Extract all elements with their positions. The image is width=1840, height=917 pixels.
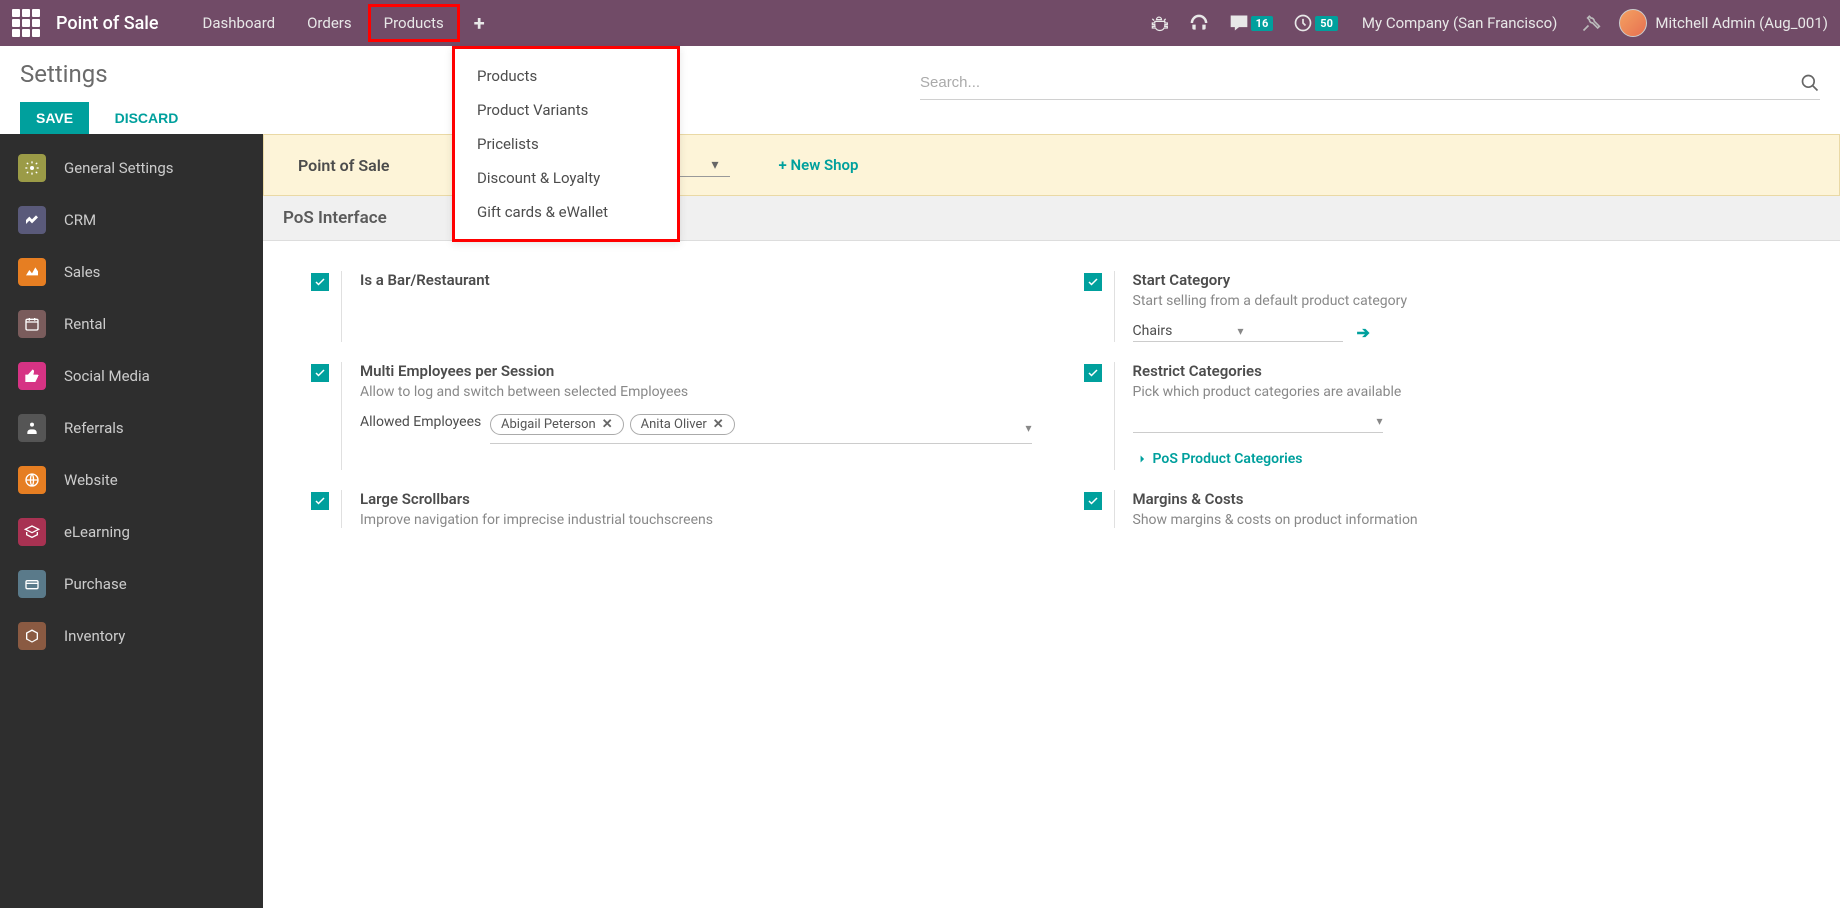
plus-icon[interactable]: + [460, 11, 499, 35]
search-input[interactable] [920, 70, 1800, 95]
discard-button[interactable]: DISCARD [105, 102, 189, 134]
checkbox-bar[interactable] [311, 273, 329, 291]
remove-icon[interactable]: ✕ [713, 417, 724, 432]
setting-title: Restrict Categories [1133, 362, 1805, 380]
sidebar-referrals[interactable]: Referrals [0, 402, 263, 454]
caret-down-icon[interactable]: ▾ [1238, 324, 1343, 338]
checkbox-startcat[interactable] [1084, 273, 1102, 291]
sidebar-purchase[interactable]: Purchase [0, 558, 263, 610]
menu-products[interactable]: Products [368, 4, 460, 42]
avatar[interactable] [1619, 9, 1647, 37]
checkbox-scroll[interactable] [311, 492, 329, 510]
setting-title: Multi Employees per Session [360, 362, 1032, 380]
employee-tag: Abigail Peterson✕ [490, 414, 624, 435]
sidebar-item-label: Rental [64, 315, 106, 333]
menu-dashboard[interactable]: Dashboard [187, 4, 292, 42]
sidebar-website[interactable]: Website [0, 454, 263, 506]
caret-down-icon[interactable]: ▾ [712, 157, 719, 173]
company-switcher[interactable]: My Company (San Francisco) [1362, 14, 1557, 32]
setting-title: Is a Bar/Restaurant [360, 271, 1032, 289]
field-label: Allowed Employees [360, 414, 490, 430]
pos-categories-link[interactable]: PoS Product Categories [1133, 451, 1303, 467]
sidebar-rental[interactable]: Rental [0, 298, 263, 350]
pos-label: Point of Sale [298, 156, 390, 175]
tools-icon[interactable] [1581, 13, 1601, 33]
setting-desc: Allow to log and switch between selected… [360, 384, 1032, 400]
checkbox-restrict[interactable] [1084, 364, 1102, 382]
caret-down-icon[interactable]: ▾ [1376, 414, 1382, 428]
employees-input[interactable]: Abigail Peterson✕ Anita Oliver✕ ▾ [490, 414, 1032, 444]
message-badge: 16 [1251, 16, 1274, 31]
apps-icon[interactable] [12, 9, 40, 37]
sidebar-item-label: Social Media [64, 367, 150, 385]
sidebar-item-label: General Settings [64, 159, 174, 177]
app-title[interactable]: Point of Sale [56, 13, 159, 34]
setting-desc: Pick which product categories are availa… [1133, 384, 1805, 400]
restrict-select[interactable]: ▾ [1133, 414, 1383, 433]
menu-orders[interactable]: Orders [291, 4, 368, 42]
dropdown-variants[interactable]: Product Variants [455, 93, 677, 127]
setting-title: Start Category [1133, 271, 1805, 289]
sidebar-elearning[interactable]: eLearning [0, 506, 263, 558]
sidebar-item-label: Referrals [64, 419, 124, 437]
username[interactable]: Mitchell Admin (Aug_001) [1655, 14, 1828, 32]
caret-down-icon[interactable]: ▾ [1025, 421, 1031, 435]
setting-title: Margins & Costs [1133, 490, 1805, 508]
checkbox-multi[interactable] [311, 364, 329, 382]
setting-title: Large Scrollbars [360, 490, 1032, 508]
remove-icon[interactable]: ✕ [602, 417, 613, 432]
setting-desc: Start selling from a default product cat… [1133, 293, 1805, 309]
dropdown-pricelists[interactable]: Pricelists [455, 127, 677, 161]
products-dropdown: Products Product Variants Pricelists Dis… [452, 46, 680, 242]
sidebar-inventory[interactable]: Inventory [0, 610, 263, 662]
sidebar-item-label: CRM [64, 211, 96, 229]
dropdown-gift[interactable]: Gift cards & eWallet [455, 195, 677, 229]
sidebar-general[interactable]: General Settings [0, 142, 263, 194]
support-icon[interactable] [1189, 13, 1209, 33]
sidebar-social[interactable]: Social Media [0, 350, 263, 402]
activities-badge: 50 [1315, 16, 1338, 31]
new-shop-button[interactable]: + New Shop [779, 156, 859, 174]
category-select[interactable]: Chairs▾ [1133, 323, 1343, 342]
sidebar-item-label: Inventory [64, 627, 125, 645]
employee-tag: Anita Oliver✕ [630, 414, 735, 435]
messaging-icon[interactable]: 16 [1229, 13, 1274, 33]
setting-desc: Improve navigation for imprecise industr… [360, 512, 1032, 528]
checkbox-margins[interactable] [1084, 492, 1102, 510]
sidebar-sales[interactable]: Sales [0, 246, 263, 298]
dropdown-products[interactable]: Products [455, 59, 677, 93]
sidebar: General Settings CRM Sales Rental Social… [0, 134, 263, 908]
sidebar-crm[interactable]: CRM [0, 194, 263, 246]
sidebar-item-label: Website [64, 471, 118, 489]
arrow-right-icon[interactable]: ➔ [1357, 323, 1370, 342]
bug-icon[interactable] [1149, 13, 1169, 33]
activities-icon[interactable]: 50 [1293, 13, 1338, 33]
dropdown-discount[interactable]: Discount & Loyalty [455, 161, 677, 195]
setting-desc: Show margins & costs on product informat… [1133, 512, 1805, 528]
save-button[interactable]: SAVE [20, 102, 89, 134]
sidebar-item-label: eLearning [64, 523, 130, 541]
search-icon[interactable] [1800, 73, 1820, 93]
sidebar-item-label: Purchase [64, 575, 127, 593]
sidebar-item-label: Sales [64, 263, 100, 281]
